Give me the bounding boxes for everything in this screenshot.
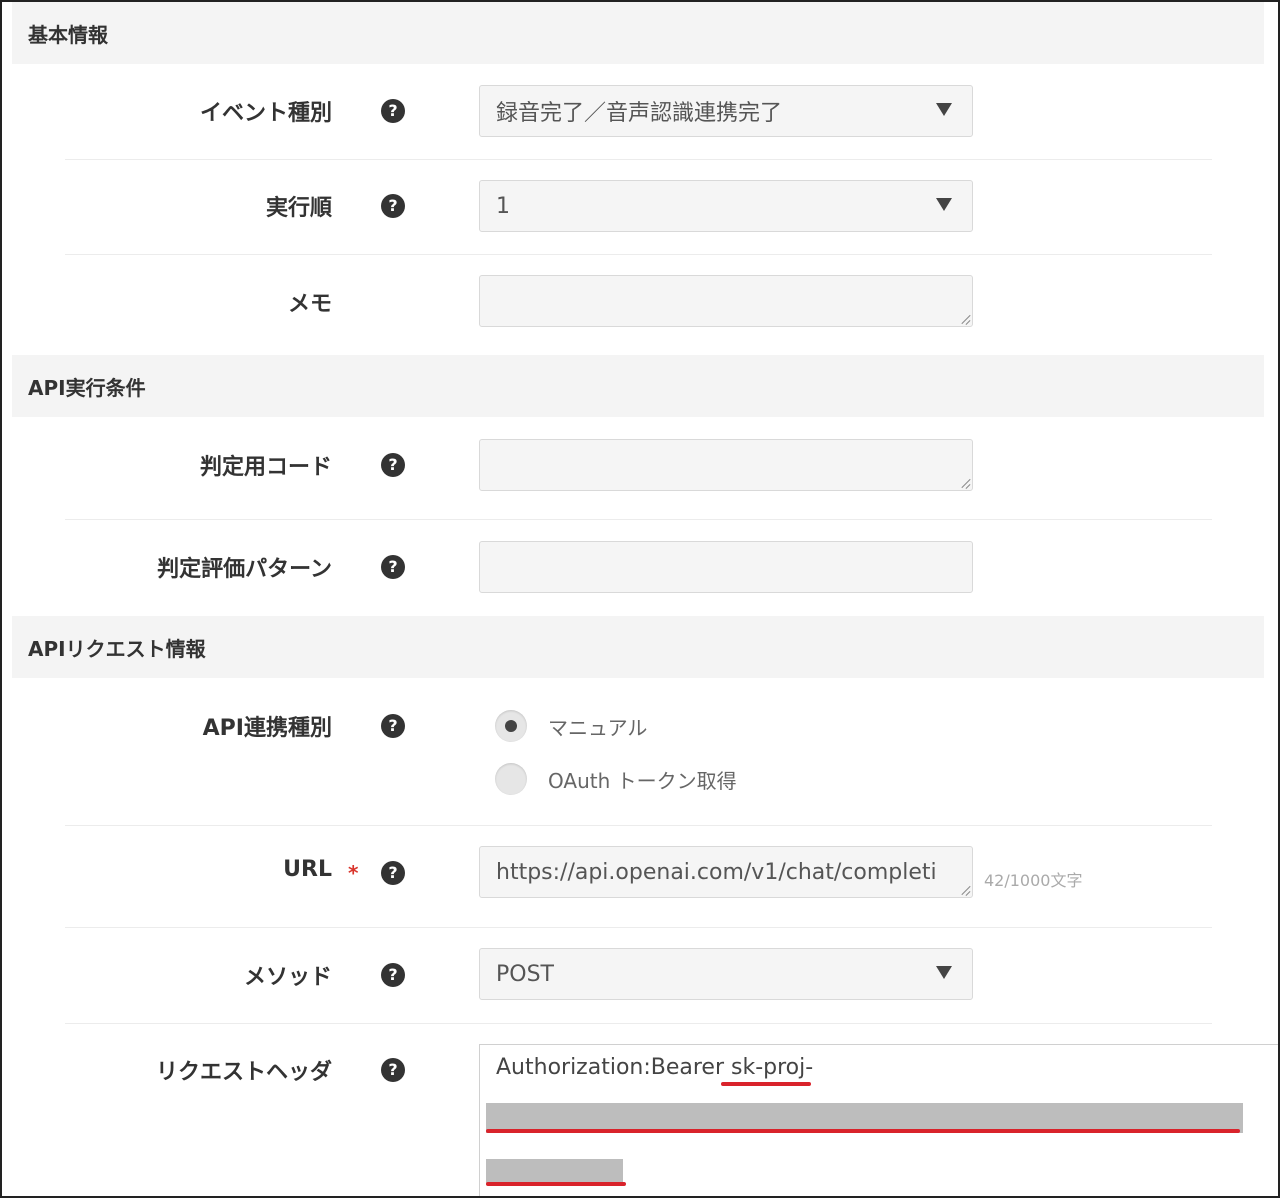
request-header-value: Authorization:Bearer sk-proj- [496, 1055, 814, 1080]
help-icon[interactable]: ? [381, 714, 405, 738]
radio-button[interactable] [495, 763, 527, 795]
resize-handle-icon[interactable] [960, 478, 970, 488]
settings-form: 基本情報 イベント種別 ? 録音完了／音声認識連携完了 実行順 ? 1 メモ A… [0, 0, 1280, 1198]
section-title-basic: 基本情報 [28, 22, 108, 47]
judge-code-textarea[interactable] [479, 439, 973, 491]
resize-handle-icon[interactable] [960, 885, 970, 895]
method-value: POST [496, 961, 554, 987]
help-icon[interactable]: ? [381, 194, 405, 218]
divider [65, 519, 1212, 520]
label-judge-pattern: 判定評価パターン [157, 557, 332, 582]
label-event-type: イベント種別 [199, 101, 332, 126]
request-header-textarea[interactable]: Authorization:Bearer sk-proj- [479, 1044, 1278, 1196]
url-value: https://api.openai.com/v1/chat/completi [496, 859, 937, 885]
radio-label-oauth: OAuth トークン取得 [548, 768, 737, 793]
divider [65, 927, 1212, 928]
divider [65, 825, 1212, 826]
label-memo: メモ [287, 292, 332, 317]
section-header-basic: 基本情報 [12, 2, 1264, 64]
chevron-down-icon [936, 966, 952, 979]
required-mark: * [348, 861, 359, 885]
section-header-api-condition: API実行条件 [12, 355, 1264, 417]
radio-label-manual: マニュアル [548, 715, 648, 740]
label-request-header: リクエストヘッダ [155, 1060, 332, 1085]
highlight-underline [721, 1082, 811, 1086]
url-textarea[interactable]: https://api.openai.com/v1/chat/completi [479, 846, 973, 898]
label-method: メソッド [243, 965, 332, 990]
highlight-underline [486, 1129, 1240, 1133]
label-judge-code: 判定用コード [199, 455, 332, 480]
radio-option-manual[interactable]: マニュアル [495, 710, 647, 742]
section-title-api-condition: API実行条件 [28, 375, 146, 400]
highlight-underline [486, 1182, 626, 1186]
chevron-down-icon [936, 198, 952, 211]
radio-option-oauth[interactable]: OAuth トークン取得 [495, 763, 737, 795]
label-api-type: API連携種別 [202, 716, 332, 741]
section-title-api-request: APIリクエスト情報 [28, 636, 206, 661]
help-icon[interactable]: ? [381, 861, 405, 885]
help-icon[interactable]: ? [381, 963, 405, 987]
divider [65, 254, 1212, 255]
radio-button-checked[interactable] [495, 710, 527, 742]
help-icon[interactable]: ? [381, 555, 405, 579]
help-icon[interactable]: ? [381, 453, 405, 477]
section-header-api-request: APIリクエスト情報 [12, 616, 1264, 678]
event-type-select[interactable]: 録音完了／音声認識連携完了 [479, 85, 973, 137]
help-icon[interactable]: ? [381, 1058, 405, 1082]
label-exec-order: 実行順 [265, 196, 332, 221]
divider [65, 1023, 1212, 1024]
url-char-counter: 42/1000文字 [984, 871, 1083, 890]
judge-pattern-input[interactable] [479, 541, 973, 593]
exec-order-value: 1 [496, 193, 510, 219]
divider [65, 159, 1212, 160]
label-url: URL [283, 857, 332, 882]
resize-handle-icon[interactable] [960, 314, 970, 324]
memo-textarea[interactable] [479, 275, 973, 327]
method-select[interactable]: POST [479, 948, 973, 1000]
chevron-down-icon [936, 103, 952, 116]
help-icon[interactable]: ? [381, 99, 405, 123]
event-type-value: 録音完了／音声認識連携完了 [496, 101, 783, 126]
exec-order-select[interactable]: 1 [479, 180, 973, 232]
